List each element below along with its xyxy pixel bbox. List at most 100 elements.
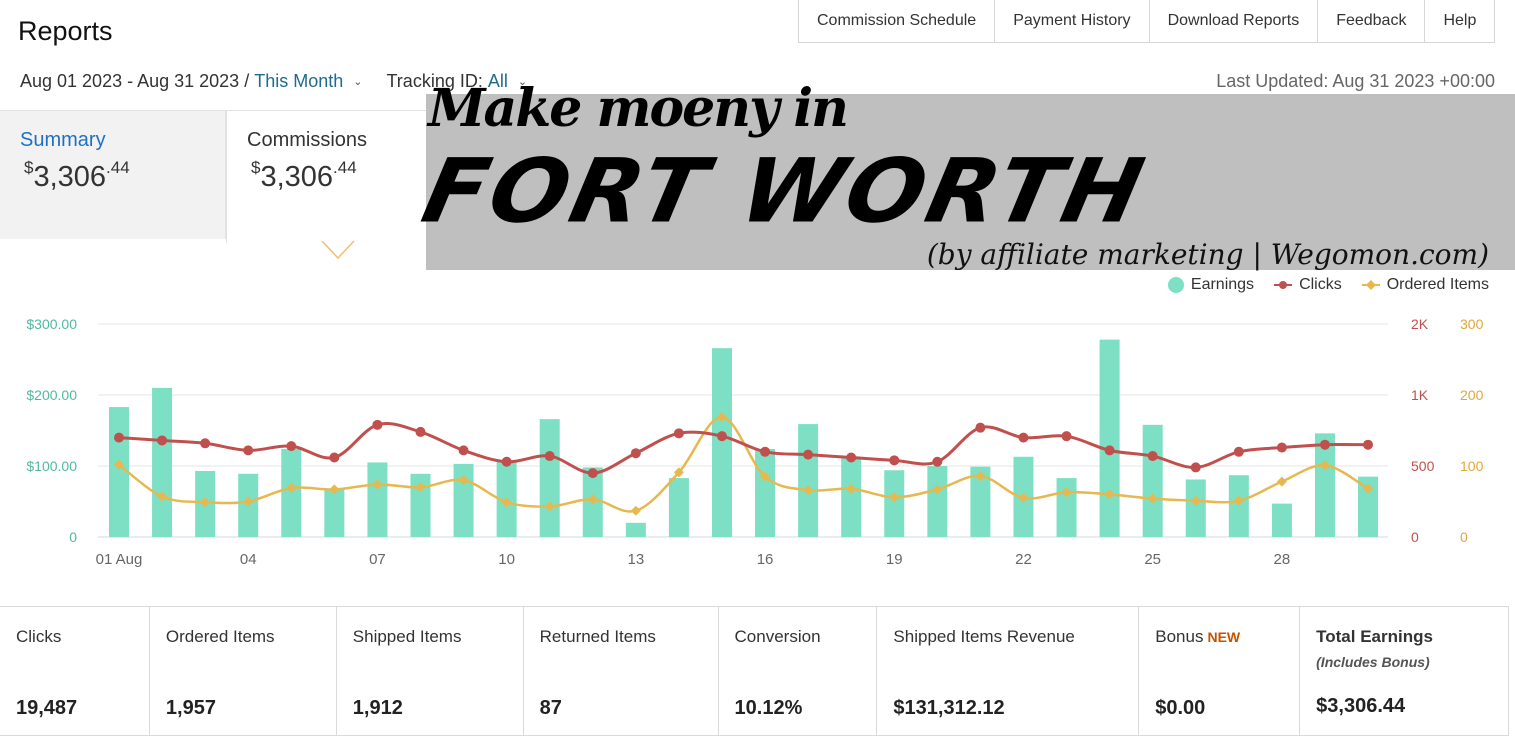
- clicks-point: [975, 422, 986, 433]
- x-tick-label: 04: [240, 551, 257, 568]
- chevron-down-icon[interactable]: ⌄: [353, 75, 362, 88]
- date-separator: /: [239, 71, 255, 91]
- stat-value: $0.00: [1155, 697, 1206, 719]
- clicks-point: [716, 431, 727, 442]
- tab-pointer-icon: [321, 240, 355, 260]
- y-right-items-tick-label: 300: [1460, 316, 1484, 332]
- clicks-point: [1104, 445, 1115, 456]
- y-left-tick-label: $300.00: [26, 316, 77, 332]
- stat-clicks: Clicks 19,487: [0, 607, 150, 735]
- stat-bonus: Bonus NEW $0.00: [1139, 607, 1301, 735]
- stat-label: Bonus NEW: [1155, 627, 1241, 646]
- clicks-point: [889, 455, 900, 466]
- nav-payment-history[interactable]: Payment History: [995, 0, 1150, 42]
- clicks-point: [932, 456, 943, 467]
- stat-shipped-items-revenue: Shipped Items Revenue $131,312.12: [877, 607, 1140, 735]
- x-tick-label: 19: [886, 551, 903, 568]
- nav-help[interactable]: Help: [1425, 0, 1496, 42]
- x-tick-label: 16: [757, 551, 774, 568]
- x-tick-label: 25: [1144, 551, 1161, 568]
- line-diamond-icon: [1361, 280, 1380, 290]
- x-tick-label: 07: [369, 551, 386, 568]
- clicks-point: [458, 445, 469, 456]
- clicks-point: [157, 435, 168, 446]
- tab-commissions-amount: $3,306.44: [251, 158, 357, 193]
- clicks-point: [1276, 442, 1287, 453]
- earnings-bar: [668, 478, 689, 537]
- y-left-tick-label: $100.00: [26, 458, 77, 474]
- x-tick-label: 28: [1274, 551, 1291, 568]
- banner-script-text: Make moeny in: [428, 78, 849, 139]
- clicks-point: [286, 441, 297, 452]
- last-updated: Last Updated: Aug 31 2023 +00:00: [1216, 71, 1495, 91]
- y-left-tick-label: $200.00: [26, 387, 77, 403]
- earnings-bar: [539, 419, 560, 537]
- y-right-clicks-tick-label: 500: [1411, 458, 1435, 474]
- clicks-point: [501, 456, 512, 467]
- clicks-point: [1233, 446, 1244, 457]
- stat-conversion: Conversion 10.12%: [719, 607, 878, 735]
- y-left-tick-label: 0: [69, 529, 77, 545]
- earnings-bar: [884, 470, 905, 537]
- clicks-point: [243, 445, 254, 456]
- earnings-bar: [109, 407, 129, 537]
- earnings-bar: [152, 387, 173, 537]
- new-badge: NEW: [1207, 629, 1241, 645]
- stat-label: Clicks: [16, 627, 62, 646]
- stat-ordered-items: Ordered Items 1,957: [150, 607, 337, 735]
- earnings-bar: [1142, 424, 1163, 537]
- banner-headline: FORT WORTH: [414, 140, 1155, 243]
- clicks-point: [200, 438, 211, 449]
- clicks-point: [587, 468, 598, 479]
- y-right-items-tick-label: 200: [1460, 387, 1484, 403]
- legend-earnings[interactable]: Earnings: [1167, 276, 1254, 294]
- clicks-point: [415, 426, 426, 437]
- clicks-point: [1190, 462, 1201, 473]
- nav-feedback[interactable]: Feedback: [1318, 0, 1426, 42]
- stat-label: Ordered Items: [165, 627, 275, 646]
- earnings-bar: [367, 462, 388, 537]
- clicks-point: [1061, 431, 1072, 442]
- period-dropdown[interactable]: This Month: [254, 71, 343, 92]
- y-right-clicks-tick-label: 0: [1411, 529, 1419, 545]
- legend-clicks[interactable]: Clicks: [1274, 276, 1342, 294]
- circle-icon: [1167, 277, 1184, 293]
- ordered-items-point: [1276, 476, 1287, 487]
- earnings-bar: [1056, 478, 1077, 537]
- stats-bar: Clicks 19,487 Ordered Items 1,957 Shipped It…: [0, 606, 1509, 736]
- earnings-bar: [798, 424, 819, 537]
- date-range: Aug 01 2023 - Aug 31 2023: [20, 71, 240, 91]
- nav-download-reports[interactable]: Download Reports: [1150, 0, 1319, 42]
- clicks-point: [1319, 439, 1330, 450]
- earnings-bar: [927, 466, 948, 537]
- stat-value: $3,306.44: [1316, 695, 1406, 717]
- stat-value: 1,912: [352, 697, 403, 719]
- banner-tagline: (by affiliate marketing | Wegomon.com): [926, 238, 1489, 271]
- earnings-bar: [1099, 339, 1120, 537]
- clicks-point: [673, 428, 684, 439]
- stat-value: 87: [539, 697, 562, 719]
- legend-ordered-items[interactable]: Ordered Items: [1361, 276, 1489, 294]
- clicks-point: [372, 419, 383, 430]
- x-tick-label: 01 Aug: [96, 551, 143, 568]
- clicks-point: [803, 449, 814, 460]
- clicks-point: [1018, 432, 1029, 443]
- tab-summary-amount: $3,306.44: [24, 158, 130, 193]
- nav-commission-schedule[interactable]: Commission Schedule: [799, 0, 996, 42]
- stat-value: 19,487: [16, 697, 78, 719]
- earnings-bar: [755, 448, 776, 537]
- earnings-bar: [841, 458, 862, 537]
- stat-value: 1,957: [165, 697, 216, 719]
- stat-value: $131,312.12: [893, 697, 1005, 719]
- tab-commissions[interactable]: Commissions $3,306.44: [226, 110, 446, 243]
- x-tick-label: 10: [498, 551, 515, 568]
- y-right-items-tick-label: 100: [1460, 458, 1484, 474]
- y-right-clicks-tick-label: 1K: [1411, 387, 1429, 403]
- line-dot-icon: [1274, 281, 1293, 289]
- tab-summary[interactable]: Summary $3,306.44: [0, 110, 226, 239]
- stat-label: Shipped Items Revenue: [893, 627, 1075, 646]
- page-title: Reports: [18, 16, 113, 46]
- earnings-bar: [711, 348, 732, 537]
- stat-label: Total Earnings: [1316, 627, 1433, 646]
- earnings-bar: [625, 522, 646, 537]
